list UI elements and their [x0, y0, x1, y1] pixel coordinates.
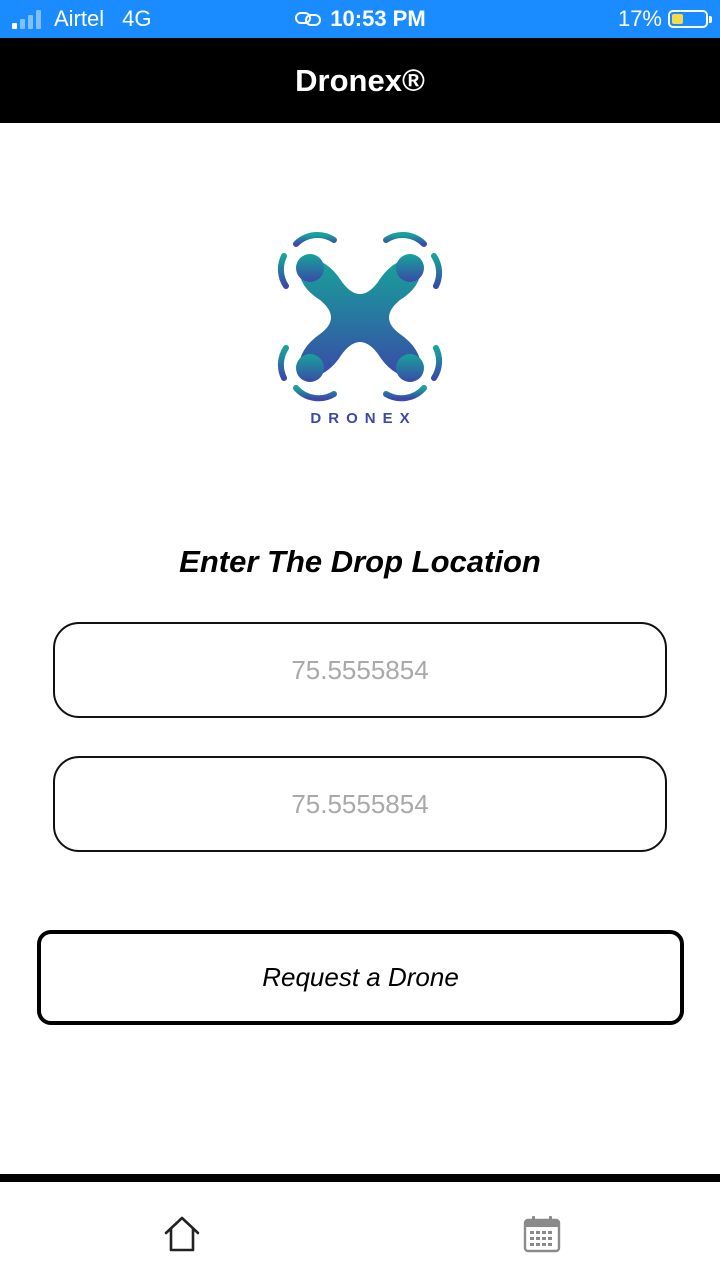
battery-level [672, 14, 683, 24]
battery-percent: 17% [617, 6, 662, 31]
page-title: Dronex® [295, 62, 425, 98]
home-icon [164, 1216, 200, 1252]
status-time: 10:53 PM [330, 6, 426, 31]
status-right: 17% [617, 6, 712, 32]
request-drone-button[interactable]: Request a Drone [37, 930, 684, 1025]
calendar-icon [523, 1216, 561, 1253]
drone-logo-icon [277, 232, 443, 402]
app-header: Dronex® [0, 38, 720, 123]
tab-calendar[interactable] [518, 1210, 566, 1258]
latitude-input[interactable] [53, 622, 667, 718]
battery-icon [668, 10, 712, 28]
dronex-logo: DRONEX [270, 228, 450, 438]
tab-home[interactable] [158, 1210, 206, 1258]
screen: Airtel 4G 10:53 PM 17% Dronex® DRONEX En… [0, 0, 720, 1280]
drop-location-heading: Enter The Drop Location [179, 544, 541, 579]
logo-text: DRONEX [310, 410, 417, 427]
status-bar: Airtel 4G 10:53 PM 17% [0, 0, 720, 38]
status-center: 10:53 PM [0, 6, 720, 32]
longitude-input[interactable] [53, 756, 667, 852]
bottom-tab-bar [0, 1174, 720, 1280]
link-icon [294, 11, 322, 27]
